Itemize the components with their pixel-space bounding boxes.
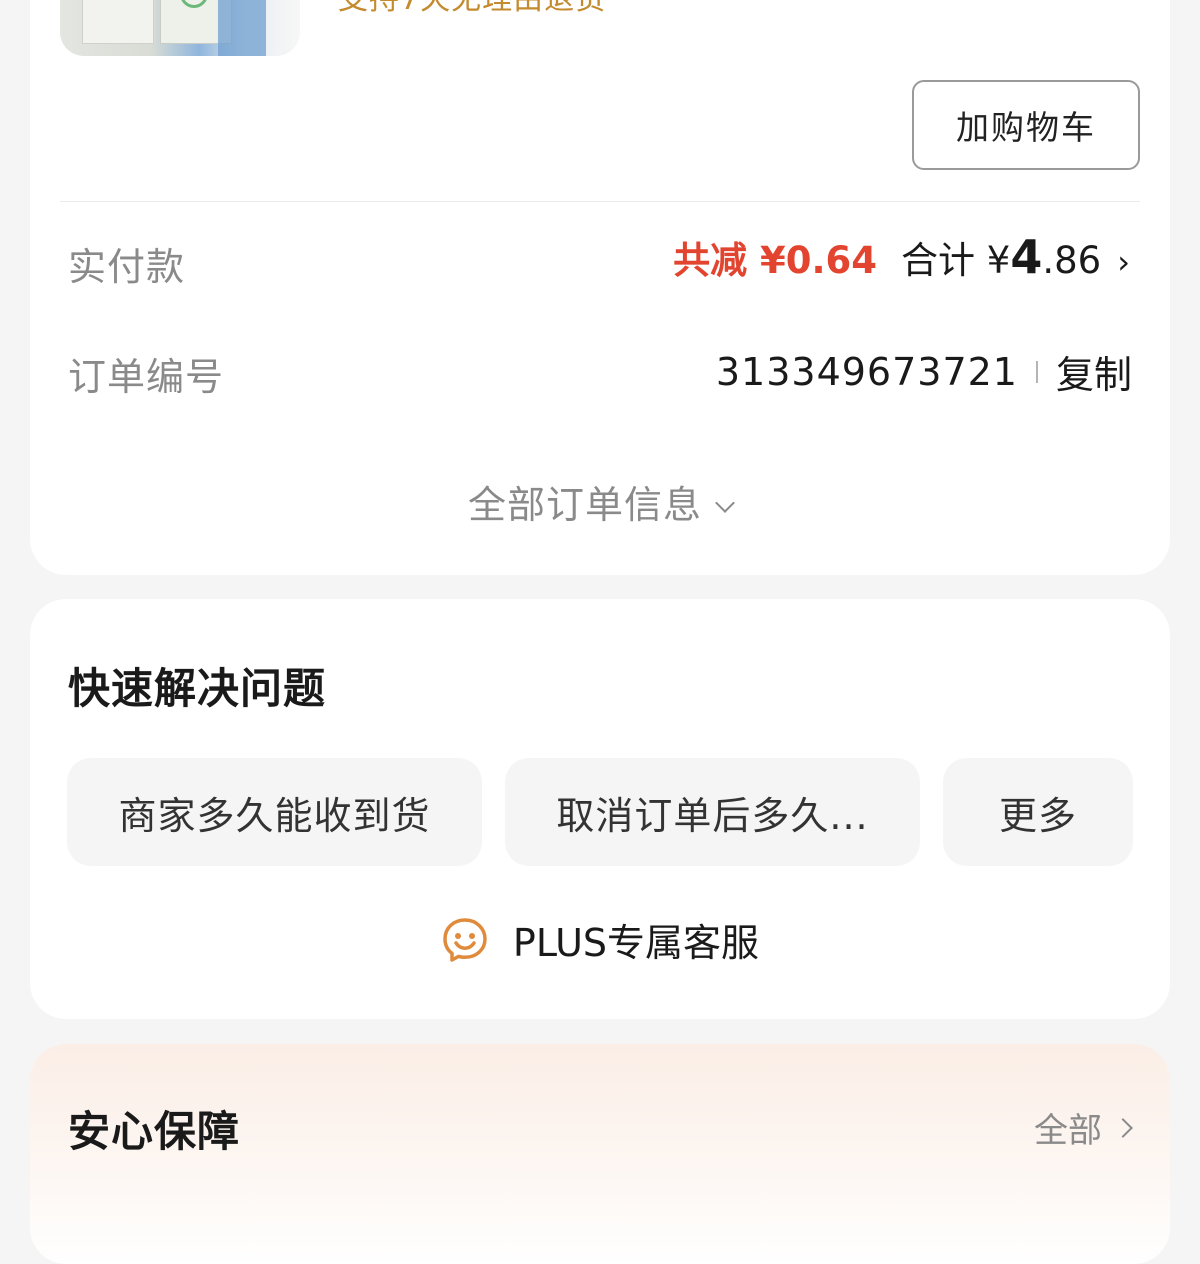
customer-service-smiley-icon: [443, 917, 487, 962]
chevron-down-icon: [715, 493, 735, 513]
discount-amount: 共减 ¥0.64: [673, 239, 878, 282]
quick-question-chip[interactable]: 商家多久能收到货: [67, 758, 482, 866]
order-number-label: 订单编号: [68, 355, 225, 399]
total-decimal: .86: [1042, 239, 1102, 282]
total-integer: 4: [1010, 230, 1043, 284]
total-prefix: 合计 ¥: [901, 239, 1011, 282]
payment-label: 实付款: [68, 245, 186, 289]
more-questions-chip[interactable]: 更多: [943, 758, 1133, 866]
order-number-row: 313349673721 复制: [716, 344, 1132, 399]
product-image-item: [218, 0, 266, 56]
add-to-cart-button[interactable]: 加购物车: [912, 80, 1140, 170]
quick-question-chip[interactable]: 取消订单后多久...: [505, 758, 920, 866]
return-policy-note: 支持7天无理由退货: [338, 0, 606, 18]
divider: [60, 201, 1140, 202]
copy-button[interactable]: 复制: [1056, 344, 1132, 399]
separator: [1035, 360, 1038, 383]
quick-solve-title: 快速解决问题: [68, 664, 327, 713]
product-image-box: [82, 0, 154, 44]
safety-guarantee-title: 安心保障: [68, 1107, 241, 1156]
payment-summary[interactable]: 共减 ¥0.64 合计 ¥ 4 .86 ›: [673, 230, 1130, 284]
product-thumbnail[interactable]: [60, 0, 300, 56]
safety-all-link[interactable]: 全部: [1034, 1103, 1133, 1152]
all-order-info-label: 全部订单信息: [467, 483, 702, 527]
plus-customer-service-label: PLUS专属客服: [512, 921, 760, 965]
order-number: 313349673721: [715, 349, 1018, 394]
all-order-info-toggle[interactable]: 全部订单信息: [0, 474, 1200, 529]
plus-customer-service-button[interactable]: PLUS专属客服: [0, 912, 1200, 967]
chevron-right-icon: [1113, 1117, 1133, 1138]
chevron-right-icon: ›: [1117, 243, 1130, 281]
safety-all-label: 全部: [1034, 1111, 1102, 1151]
